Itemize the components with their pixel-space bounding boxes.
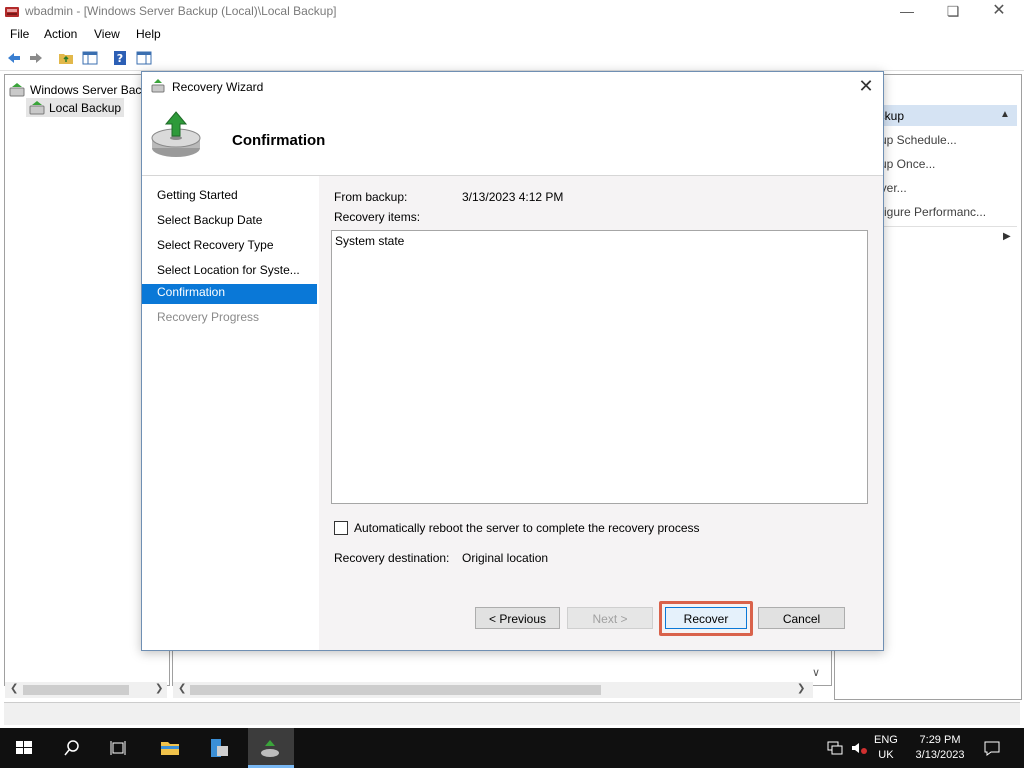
submenu-arrow-icon: ▶ bbox=[1003, 231, 1011, 242]
nav-recovery-progress: Recovery Progress bbox=[157, 310, 260, 324]
collapse-up-icon[interactable]: ▲ bbox=[1000, 109, 1010, 120]
forward-arrow-icon[interactable] bbox=[28, 50, 44, 66]
volume-icon[interactable] bbox=[850, 740, 868, 756]
from-backup-label: From backup: bbox=[334, 190, 408, 204]
action-backup-schedule[interactable]: kup Schedule... bbox=[874, 133, 1024, 155]
previous-button[interactable]: < Previous bbox=[475, 607, 560, 629]
search-icon[interactable] bbox=[60, 736, 84, 760]
notifications-icon[interactable] bbox=[983, 739, 1001, 757]
recovery-disk-icon bbox=[151, 111, 201, 157]
server-manager-icon[interactable] bbox=[207, 736, 231, 760]
cancel-button[interactable]: Cancel bbox=[758, 607, 845, 629]
local-backup-icon bbox=[29, 101, 45, 115]
action-view[interactable]: w bbox=[874, 231, 1024, 253]
center-scroll-right-icon[interactable]: ❯ bbox=[797, 683, 805, 694]
nav-getting-started[interactable]: Getting Started bbox=[157, 188, 238, 202]
show-hide-action-pane-icon[interactable] bbox=[136, 50, 152, 66]
action-backup-once[interactable]: kup Once... bbox=[874, 157, 1024, 179]
next-button: Next > bbox=[567, 607, 653, 629]
menu-help[interactable]: Help bbox=[136, 27, 161, 41]
dialog-close-button[interactable]: ✕ bbox=[854, 75, 878, 97]
input-language[interactable]: ENG UK bbox=[874, 733, 898, 763]
recovery-destination-label: Recovery destination: bbox=[334, 551, 450, 565]
taskbar: ENG UK 7:29 PM 3/13/2023 bbox=[0, 728, 1024, 768]
minimize-button[interactable]: — bbox=[884, 0, 930, 24]
file-explorer-icon[interactable] bbox=[158, 736, 182, 760]
menu-action[interactable]: Action bbox=[44, 27, 77, 41]
menu-view[interactable]: View bbox=[94, 27, 120, 41]
action-configure-performance[interactable]: nfigure Performanc... bbox=[874, 205, 1024, 227]
center-hscrollbar[interactable]: ❮ ❯ bbox=[173, 682, 813, 698]
lang-code: ENG bbox=[874, 734, 898, 746]
tree-local-backup[interactable]: Local Backup bbox=[49, 101, 121, 115]
from-backup-value: 3/13/2023 4:12 PM bbox=[462, 190, 564, 204]
center-scroll-left-icon[interactable]: ❮ bbox=[178, 683, 186, 694]
show-hide-tree-icon[interactable] bbox=[82, 50, 98, 66]
lang-region: UK bbox=[878, 749, 894, 761]
auto-reboot-label[interactable]: Automatically reboot the server to compl… bbox=[354, 521, 700, 535]
left-scroll-thumb[interactable] bbox=[23, 685, 129, 695]
scroll-left-icon[interactable]: ❮ bbox=[10, 683, 18, 694]
backup-app-taskbar-icon[interactable] bbox=[258, 736, 282, 760]
maximize-button[interactable]: ❏ bbox=[930, 0, 976, 24]
recover-button[interactable]: Recover bbox=[665, 607, 747, 629]
svg-text:?: ? bbox=[117, 52, 123, 65]
nav-select-recovery-type[interactable]: Select Recovery Type bbox=[157, 238, 274, 252]
menu-file[interactable]: File bbox=[10, 27, 29, 41]
window-titlebar: wbadmin - [Windows Server Backup (Local)… bbox=[0, 0, 1024, 24]
backup-app-icon bbox=[5, 7, 19, 17]
recovery-destination-value: Original location bbox=[462, 551, 549, 565]
nav-select-location[interactable]: Select Location for Syste... bbox=[157, 263, 300, 277]
nav-confirmation[interactable]: Confirmation bbox=[157, 285, 225, 299]
wizard-page-title: Confirmation bbox=[232, 132, 326, 149]
recovery-item: System state bbox=[335, 234, 405, 248]
action-recover[interactable]: over... bbox=[874, 181, 1024, 203]
toolbar: ? bbox=[0, 46, 1024, 71]
close-window-button[interactable]: ✕ bbox=[976, 0, 1022, 24]
help-icon[interactable]: ? bbox=[112, 50, 128, 66]
windows-start-icon[interactable] bbox=[12, 736, 36, 760]
dialog-titlebar: Recovery Wizard ✕ bbox=[142, 72, 883, 100]
clock-time: 7:29 PM bbox=[919, 734, 961, 746]
back-arrow-icon[interactable] bbox=[6, 50, 22, 66]
task-view-icon[interactable] bbox=[107, 736, 131, 760]
scroll-right-icon[interactable]: ❯ bbox=[155, 683, 163, 694]
recovery-items-label: Recovery items: bbox=[334, 210, 421, 224]
action-help[interactable]: p bbox=[874, 256, 1024, 278]
status-bar bbox=[4, 702, 1020, 725]
recovery-items-list[interactable]: System state bbox=[331, 230, 868, 504]
nav-select-backup-date[interactable]: Select Backup Date bbox=[157, 213, 262, 227]
center-scroll-thumb[interactable] bbox=[190, 685, 601, 695]
dialog-title: Recovery Wizard bbox=[172, 80, 264, 94]
wizard-title-icon bbox=[151, 79, 165, 93]
clock[interactable]: 7:29 PM 3/13/2023 bbox=[910, 733, 970, 763]
menu-bar: File Action View Help bbox=[0, 24, 1024, 44]
up-folder-icon[interactable] bbox=[58, 50, 74, 66]
scroll-down-icon[interactable]: ∨ bbox=[812, 666, 820, 679]
window-title: wbadmin - [Windows Server Backup (Local)… bbox=[25, 4, 337, 18]
clock-date: 3/13/2023 bbox=[915, 749, 965, 761]
left-hscrollbar[interactable]: ❮ ❯ bbox=[5, 682, 167, 698]
network-icon[interactable] bbox=[826, 740, 844, 756]
server-backup-icon bbox=[9, 83, 25, 97]
auto-reboot-checkbox[interactable] bbox=[334, 521, 348, 535]
